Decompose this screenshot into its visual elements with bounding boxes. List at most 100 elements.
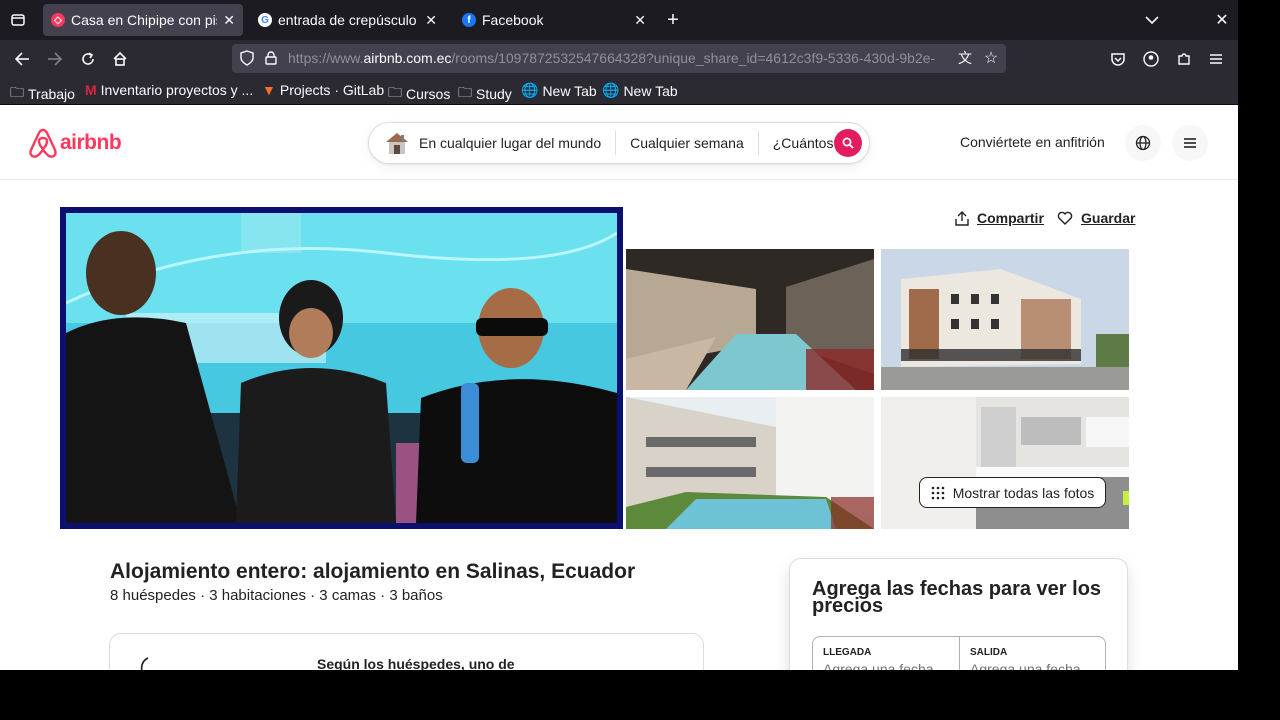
listing-details: 8 huéspedes · 3 habitaciones · 3 camas ·… [110, 587, 443, 604]
search-location[interactable]: En cualquier lugar del mundo [411, 135, 615, 151]
url-prefix: https://www. [288, 50, 364, 66]
share-label: Compartir [977, 210, 1044, 226]
search-button[interactable] [834, 129, 862, 157]
heart-icon [1057, 211, 1073, 225]
url-bar[interactable]: https://www.airbnb.com.ec/rooms/10978725… [232, 44, 1006, 73]
search-bar[interactable]: En cualquier lugar del mundo Cualquier s… [368, 122, 870, 164]
bookmark-inventario[interactable]: M Inventario proyectos y ... [85, 82, 253, 98]
folder-icon: 🗀 [388, 84, 402, 100]
back-icon[interactable] [12, 49, 32, 69]
globe-icon [1135, 135, 1151, 151]
bookmark-label: Projects · GitLab [279, 82, 385, 98]
tab-bar: ◇ Casa en Chipipe con piscina ✕ G entrad… [0, 0, 1238, 40]
bookmark-new-tab-1[interactable]: 🌐 New Tab [521, 82, 597, 99]
tab-title: entrada de crepúsculo a la [278, 12, 419, 28]
checkin-placeholder: Agrega una fecha [823, 661, 934, 670]
tab-facebook[interactable]: f Facebook ✕ [454, 4, 654, 36]
webcam-video [66, 213, 617, 523]
close-tab-icon[interactable]: ✕ [223, 12, 235, 29]
facebook-favicon-icon: f [462, 13, 476, 27]
photo-pool-night[interactable] [626, 249, 874, 390]
pool-day-image [626, 397, 874, 529]
tab-airbnb[interactable]: ◇ Casa en Chipipe con piscina ✕ [43, 4, 243, 36]
bookmark-gitlab[interactable]: ▼ Projects · GitLab [262, 82, 384, 98]
tab-google[interactable]: G entrada de crepúsculo a la ✕ [250, 4, 445, 36]
language-button[interactable] [1125, 125, 1161, 161]
share-button[interactable]: Compartir [955, 210, 1044, 226]
airbnb-logo[interactable]: airbnb [28, 127, 122, 159]
reload-icon[interactable] [78, 49, 98, 69]
tab-title: Casa en Chipipe con piscina [71, 12, 217, 28]
browser-window: ◇ Casa en Chipipe con piscina ✕ G entrad… [0, 0, 1238, 670]
bookmark-label: New Tab [542, 82, 597, 99]
bookmark-trabajo[interactable]: 🗀 Trabajo [10, 82, 75, 106]
bookmark-label: Study [476, 86, 512, 102]
dates-picker[interactable]: LLEGADA Agrega una fecha SALIDA Agrega u… [812, 636, 1106, 670]
url-path: /rooms/1097872532547664328?unique_share_… [451, 50, 936, 66]
house-icon [383, 130, 411, 156]
bookmark-new-tab-2[interactable]: 🌐 New Tab [602, 82, 678, 99]
gmail-icon: M [85, 82, 97, 98]
globe-icon: 🌐 [521, 82, 539, 98]
checkout-field[interactable]: SALIDA Agrega una fecha [960, 637, 1107, 670]
pocket-icon[interactable] [1108, 49, 1128, 69]
url-domain: airbnb.com.ec [363, 50, 452, 66]
airbnb-favicon-icon: ◇ [51, 13, 65, 27]
bookmarks-bar: 🗀 Trabajo M Inventario proyectos y ... ▼ Pr… [0, 77, 1238, 105]
folder-icon: 🗀 [458, 84, 472, 100]
extensions-icon[interactable] [1174, 49, 1194, 69]
bookmark-label: Inventario proyectos y ... [100, 82, 254, 98]
checkin-label: LLEGADA [823, 647, 872, 658]
bookmark-label: Trabajo [28, 86, 75, 102]
save-button[interactable]: Guardar [1057, 210, 1135, 226]
grid-dots-icon [931, 486, 944, 499]
webcam-overlay [60, 207, 623, 529]
share-icon [955, 211, 969, 226]
pool-night-image [626, 249, 874, 390]
photo-pool-day[interactable] [626, 397, 874, 529]
photo-building-exterior[interactable] [881, 249, 1129, 390]
bookmark-study[interactable]: 🗀 Study [458, 82, 512, 106]
show-all-label: Mostrar todas las fotos [952, 484, 1095, 501]
search-week[interactable]: Cualquier semana [616, 135, 758, 151]
url-text[interactable]: https://www.airbnb.com.ec/rooms/10978725… [288, 50, 948, 66]
bookmark-cursos[interactable]: 🗀 Cursos [388, 82, 450, 106]
booking-card: Agrega las fechas para ver los precios L… [789, 558, 1128, 670]
globe-icon: 🌐 [602, 82, 620, 98]
tab-title: Facebook [482, 12, 544, 28]
navigation-bar: https://www.airbnb.com.ec/rooms/10978725… [0, 40, 1238, 77]
guest-favorite-card: Según los huéspedes, uno de [109, 633, 704, 670]
airbnb-logo-icon [29, 128, 57, 158]
show-all-photos-button[interactable]: Mostrar todas las fotos [919, 477, 1106, 508]
checkout-placeholder: Agrega una fecha [970, 661, 1081, 670]
bookmark-label: New Tab [623, 82, 678, 99]
search-icon [842, 137, 854, 149]
tab-list-icon[interactable] [8, 10, 28, 30]
bookmark-star-icon[interactable]: ☆ [982, 49, 1000, 67]
hamburger-icon [1184, 138, 1196, 148]
folder-icon: 🗀 [10, 84, 24, 100]
forward-icon[interactable] [45, 49, 65, 69]
translate-icon[interactable]: 文 [956, 49, 974, 67]
laurel-icon [138, 656, 152, 670]
user-menu-button[interactable] [1172, 125, 1208, 161]
bookmark-label: Cursos [406, 86, 451, 102]
photo-kitchen[interactable] [881, 397, 1129, 529]
menu-icon[interactable] [1206, 49, 1226, 69]
webcam-people-image [66, 213, 617, 523]
become-host-link[interactable]: Conviértete en anfitrión [960, 134, 1105, 150]
account-icon[interactable] [1141, 49, 1161, 69]
home-icon[interactable] [110, 49, 130, 69]
close-tab-icon[interactable]: ✕ [634, 12, 646, 29]
gitlab-icon: ▼ [262, 82, 276, 98]
chevron-down-icon[interactable] [1142, 10, 1162, 30]
save-label: Guardar [1081, 210, 1136, 226]
checkin-field[interactable]: LLEGADA Agrega una fecha [813, 637, 960, 670]
kitchen-image [881, 397, 1129, 529]
shield-icon[interactable] [238, 49, 256, 67]
lock-icon[interactable] [262, 49, 280, 67]
new-tab-icon[interactable]: + [663, 9, 683, 31]
building-exterior-image [881, 249, 1129, 390]
close-tab-icon[interactable]: ✕ [425, 12, 437, 29]
close-window-icon[interactable]: ✕ [1212, 10, 1232, 30]
